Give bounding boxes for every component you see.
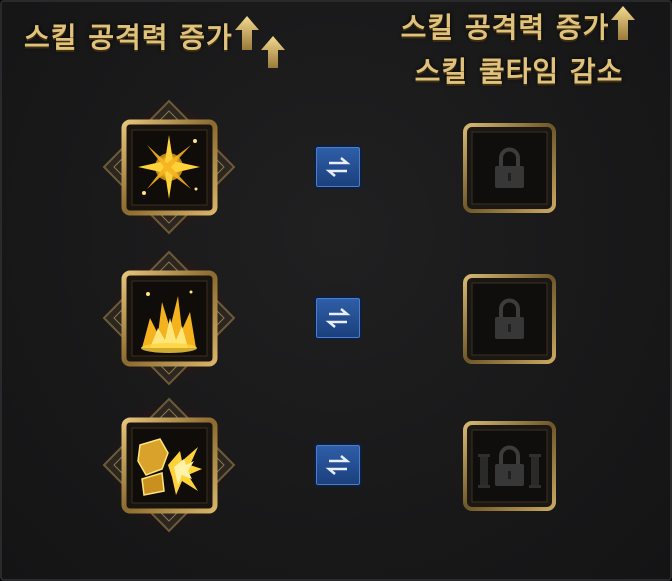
left-column-header: 스킬 공격력 증가 — [24, 16, 289, 68]
locked-slot-2[interactable] — [462, 273, 557, 365]
up-arrow-icon — [609, 6, 637, 42]
skill-slot-3[interactable] — [102, 395, 237, 535]
locked-slot-3[interactable] — [462, 420, 557, 512]
skill-slot-2[interactable] — [102, 248, 237, 388]
swap-button-1[interactable] — [314, 145, 362, 189]
skill-slot-1[interactable] — [102, 97, 237, 237]
double-up-arrow-icon — [233, 16, 289, 68]
left-header-label: 스킬 공격력 증가 — [24, 21, 233, 54]
swap-button-3[interactable] — [314, 443, 362, 487]
right-header-label-line1: 스킬 공격력 증가 — [400, 11, 610, 44]
swap-arrows-icon — [325, 455, 351, 475]
swap-button-2[interactable] — [314, 296, 362, 340]
right-column-header: 스킬 공격력 증가 스킬 쿨타임 감소 — [374, 6, 664, 94]
skill-row-3 — [2, 395, 672, 535]
right-header-label-line2: 스킬 쿨타임 감소 — [414, 55, 624, 88]
swap-arrows-icon — [325, 308, 351, 328]
swap-arrows-icon — [325, 157, 351, 177]
skill-row-1 — [2, 97, 672, 237]
skill-row-2 — [2, 248, 672, 388]
skill-tree-panel: 스킬 공격력 증가 스킬 공격력 증가 스킬 쿨타임 감소 — [0, 0, 672, 581]
locked-slot-1[interactable] — [462, 122, 557, 214]
